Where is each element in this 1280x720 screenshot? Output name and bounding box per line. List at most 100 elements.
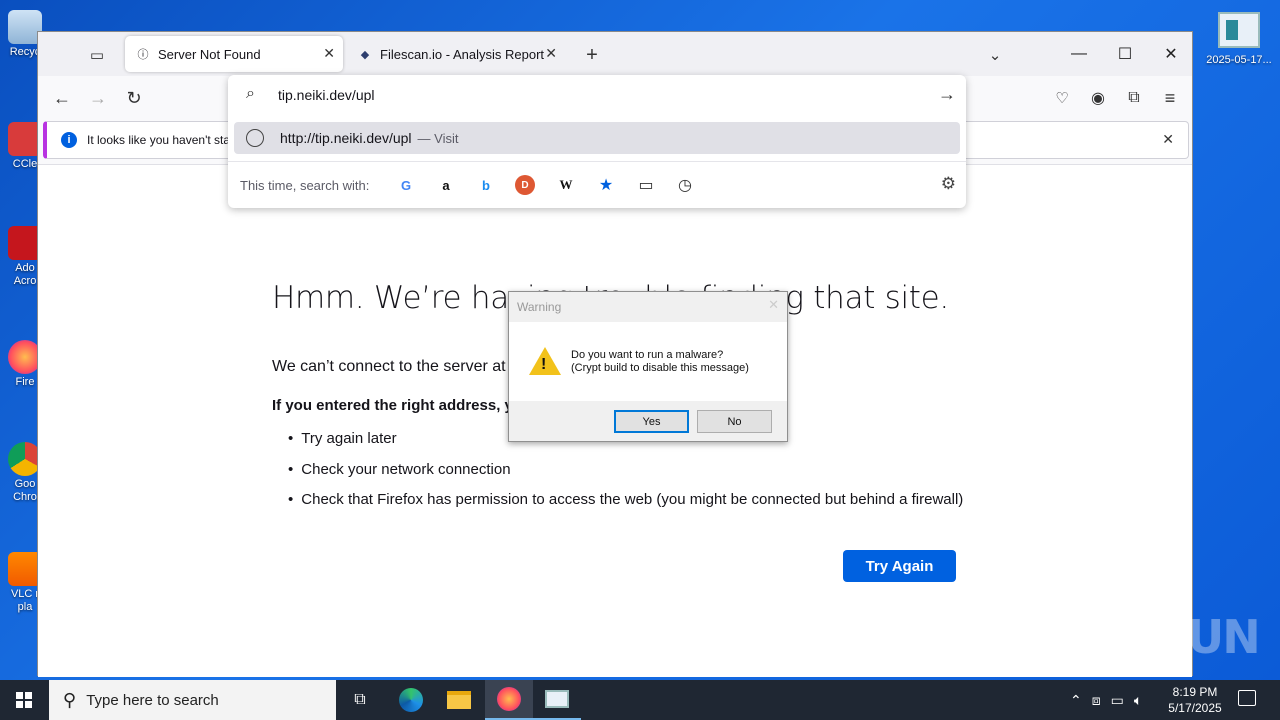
taskbar: ⚲ Type here to search ⧉ ⌃ ⧈ ▭ 🔈︎ 8:19 PM… (0, 680, 1280, 720)
duckduckgo-icon[interactable]: D (515, 175, 535, 195)
suggestion-action: — Visit (417, 130, 459, 146)
no-button[interactable]: No (697, 410, 772, 433)
close-notification-icon[interactable]: ✕ (1162, 131, 1174, 148)
desktop-icon-label: VLC r pla (10, 588, 40, 613)
taskbar-firefox[interactable] (485, 680, 533, 720)
list-item: Check that Firefox has permission to acc… (288, 491, 963, 522)
arrow-right-icon: → (89, 87, 107, 108)
taskbar-file-explorer[interactable] (435, 680, 483, 720)
desktop-icon-label: Ado Acro (13, 262, 37, 287)
bookmarks-icon[interactable]: ★ (596, 175, 616, 195)
desktop-icon-label: CCle (12, 158, 38, 170)
watermark: ANY RUN (1038, 610, 1261, 664)
filescan-icon: ◆ (360, 48, 370, 61)
clock-date: 5/17/2025 (1168, 701, 1222, 715)
close-icon: ✕ (1164, 46, 1178, 63)
arrow-left-icon: ← (53, 87, 71, 108)
tab-title: Filescan.io - Analysis Report for (380, 46, 545, 62)
chevron-down-icon: ⌄ (988, 47, 1002, 64)
taskbar-edge[interactable] (387, 680, 435, 720)
warning-dialog: Warning ✕ ! Do you want to run a malware… (508, 291, 788, 442)
puzzle-icon: ⧉ (1128, 89, 1140, 106)
close-tab-icon[interactable]: ✕ (545, 45, 557, 62)
exclamation-icon: ! (541, 356, 547, 373)
desktop-icon-report[interactable]: 2025-05-17... (1206, 12, 1272, 66)
task-view-button[interactable]: ⧉ (336, 680, 384, 720)
clock[interactable]: 8:19 PM 5/17/2025 (1162, 684, 1228, 716)
close-tab-icon[interactable]: ✕ (323, 45, 335, 62)
plus-icon: + (586, 43, 598, 66)
account-icon: ◉ (1091, 90, 1105, 107)
list-item: Check your network connection (288, 461, 963, 492)
hamburger-icon: ≡ (1164, 87, 1176, 108)
divider (228, 161, 966, 162)
reload-icon: ↻ (126, 87, 142, 108)
menu-button[interactable]: ≡ (1156, 84, 1184, 112)
taskbar-report-app[interactable] (533, 680, 581, 720)
account-button[interactable]: ◉ (1084, 84, 1112, 112)
system-tray: ⌃ ⧈ ▭ 🔈︎ (1070, 680, 1142, 720)
dialog-title: Warning (517, 300, 562, 314)
network-icon[interactable]: ▭ (1111, 692, 1124, 709)
firefox-view-button[interactable]: ▭ (84, 42, 110, 68)
error-tips: Try again later Check your network conne… (288, 430, 963, 522)
url-input[interactable]: tip.neiki.dev/upl (278, 87, 375, 103)
url-suggestion[interactable]: http://tip.neiki.dev/upl — Visit (234, 122, 960, 154)
desktop-icon-label: 2025-05-17... (1206, 54, 1272, 66)
go-arrow-icon[interactable]: → (938, 84, 956, 105)
firefox-view-icon: ▭ (89, 47, 105, 64)
desktop-icon-label: Recyc (9, 46, 41, 58)
tabs-icon[interactable]: ▭ (636, 175, 656, 195)
wikipedia-icon[interactable]: W (556, 175, 576, 195)
new-tab-button[interactable]: + (579, 42, 605, 68)
notification-text: It looks like you haven't star (87, 133, 235, 147)
tab-title: Server Not Found (158, 46, 261, 62)
minimize-button[interactable]: — (1056, 40, 1102, 68)
folder-icon (447, 691, 471, 709)
bing-icon[interactable]: b (476, 175, 496, 195)
document-icon (545, 690, 569, 708)
search-icon: ⌕ (246, 85, 255, 102)
start-button[interactable] (0, 680, 48, 720)
amazon-icon[interactable]: a (436, 175, 456, 195)
history-icon[interactable]: ◷ (675, 175, 695, 195)
list-all-tabs-button[interactable]: ⌄ (982, 42, 1008, 68)
reload-button[interactable]: ↻ (120, 84, 148, 112)
maximize-icon: ☐ (1117, 46, 1133, 63)
taskbar-search[interactable]: ⚲ Type here to search (49, 680, 336, 720)
forward-button[interactable]: → (84, 84, 112, 112)
volume-icon[interactable]: 🔈︎ (1134, 692, 1142, 709)
dialog-message-line: (Crypt build to disable this message) (571, 362, 749, 374)
back-button[interactable]: ← (48, 84, 76, 112)
search-icon: ⚲ (63, 689, 77, 710)
yes-button[interactable]: Yes (614, 410, 689, 433)
document-icon (1218, 12, 1260, 48)
windows-icon (16, 692, 32, 708)
firefox-icon (497, 687, 521, 711)
search-with-label: This time, search with: (240, 178, 370, 193)
maximize-button[interactable]: ☐ (1102, 40, 1148, 68)
google-icon[interactable]: G (396, 175, 416, 195)
task-view-icon: ⧉ (354, 691, 366, 708)
dialog-message-line: Do you want to run a malware? (571, 349, 724, 361)
desktop-icon-label: Fire (15, 376, 35, 388)
notification-center-icon[interactable] (1238, 690, 1256, 706)
dialog-message: Do you want to run a malware? (Crypt bui… (571, 349, 749, 375)
tab-server-not-found[interactable]: ⓘ Server Not Found ✕ (125, 36, 343, 72)
close-icon[interactable]: ✕ (768, 297, 779, 313)
search-placeholder: Type here to search (86, 691, 219, 709)
close-window-button[interactable]: ✕ (1148, 40, 1194, 68)
edge-icon (399, 688, 423, 712)
desktop-icon-label: Goo Chro (13, 478, 37, 503)
network-share-icon[interactable]: ⧈ (1092, 692, 1101, 709)
urlbar-dropdown: ⌕ tip.neiki.dev/upl → http://tip.neiki.d… (228, 75, 966, 208)
extensions-button[interactable]: ⧉ (1120, 84, 1148, 112)
minimize-icon: — (1071, 45, 1087, 62)
pocket-icon: ♡ (1055, 90, 1069, 107)
globe-icon (246, 129, 264, 147)
chevron-up-icon[interactable]: ⌃ (1070, 692, 1082, 709)
gear-icon[interactable]: ⚙ (941, 174, 956, 194)
pocket-button[interactable]: ♡ (1048, 84, 1076, 112)
tab-filescan[interactable]: ◆ Filescan.io - Analysis Report for ✕ (347, 36, 565, 72)
try-again-button[interactable]: Try Again (843, 550, 956, 582)
